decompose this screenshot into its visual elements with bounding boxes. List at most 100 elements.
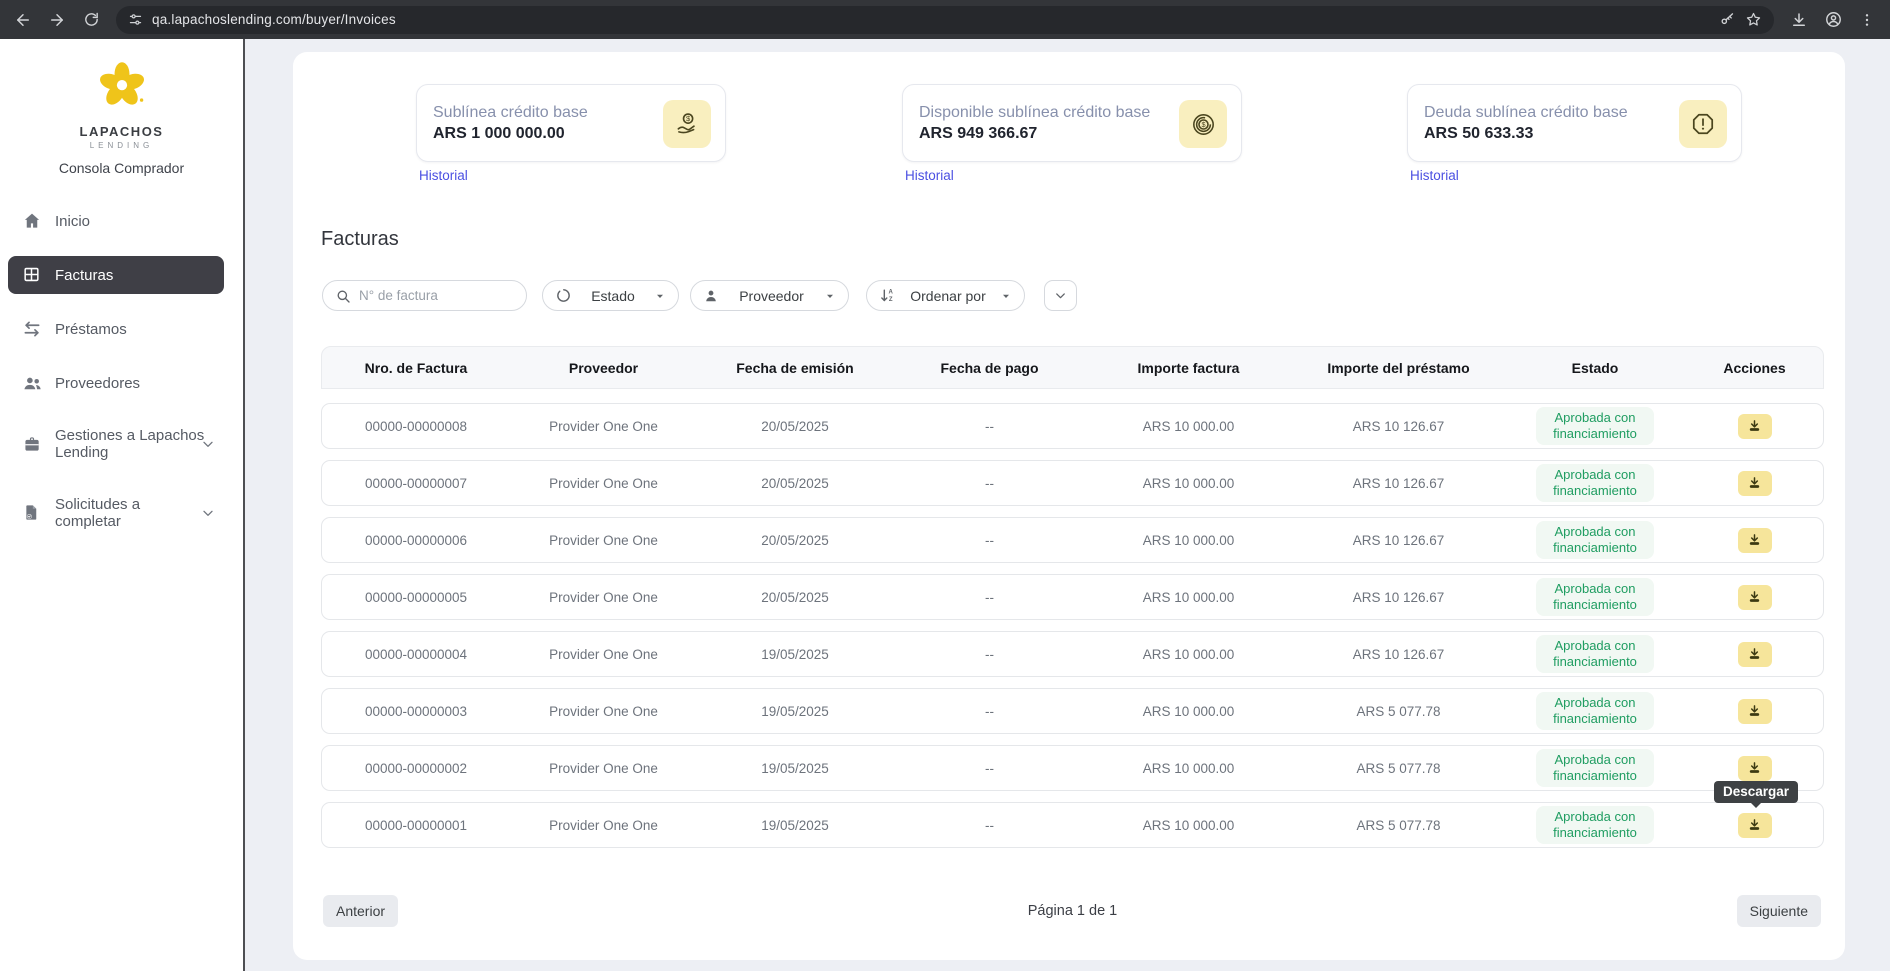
ordenar-filter-label: Ordenar por — [910, 288, 985, 304]
back-icon[interactable] — [8, 5, 38, 35]
status-badge: Aprobada con financiamiento — [1536, 407, 1654, 446]
cell-issue-date: 19/05/2025 — [697, 647, 893, 662]
cell-status: Aprobada con financiamiento — [1506, 407, 1684, 446]
cell-actions — [1684, 471, 1825, 496]
menu-kebab-icon[interactable] — [1852, 5, 1882, 35]
cell-invoice-amount: ARS 10 000.00 — [1086, 647, 1291, 662]
cell-invoice-number: 00000-00000002 — [322, 761, 510, 776]
profile-icon[interactable] — [1818, 5, 1848, 35]
download-button[interactable] — [1738, 813, 1772, 838]
password-key-icon[interactable] — [1719, 11, 1736, 28]
cell-actions — [1684, 528, 1825, 553]
cell-actions — [1684, 585, 1825, 610]
ordenar-filter-dropdown[interactable]: AZ Ordenar por — [866, 280, 1025, 311]
cell-loan-amount: ARS 5 077.78 — [1291, 761, 1506, 776]
download-button[interactable] — [1738, 528, 1772, 553]
sidebar-item-gestiones[interactable]: Gestiones a Lapachos Lending — [8, 418, 224, 471]
site-settings-icon[interactable] — [128, 12, 143, 27]
cell-loan-amount: ARS 10 126.67 — [1291, 419, 1506, 434]
chevron-down-icon — [1053, 288, 1068, 303]
cell-invoice-number: 00000-00000003 — [322, 704, 510, 719]
download-icon — [1747, 761, 1762, 776]
svg-text:$: $ — [1201, 120, 1205, 129]
reload-icon[interactable] — [76, 5, 106, 35]
download-button[interactable] — [1738, 585, 1772, 610]
home-icon — [22, 211, 42, 231]
browser-toolbar: qa.lapachoslending.com/buyer/Invoices — [0, 0, 1890, 39]
search-input[interactable] — [359, 288, 514, 303]
historial-link[interactable]: Historial — [905, 168, 954, 183]
sidebar-item-label: Facturas — [55, 267, 113, 284]
download-icon — [1747, 704, 1762, 719]
svg-text:Z: Z — [889, 297, 893, 303]
cell-loan-amount: ARS 10 126.67 — [1291, 590, 1506, 605]
cell-invoice-amount: ARS 10 000.00 — [1086, 476, 1291, 491]
caret-down-icon — [654, 290, 666, 302]
more-filters-button[interactable] — [1044, 280, 1077, 311]
status-badge: Aprobada con financiamiento — [1536, 464, 1654, 503]
estado-filter-label: Estado — [591, 288, 635, 304]
cell-payment-date: -- — [893, 590, 1086, 605]
table-row: 00000-00000007 Provider One One 20/05/20… — [321, 460, 1824, 506]
cell-provider: Provider One One — [510, 704, 697, 719]
brand-logo: LAPACHOS LENDING — [0, 39, 243, 150]
download-button[interactable] — [1738, 756, 1772, 781]
status-badge: Aprobada con financiamiento — [1536, 521, 1654, 560]
page-title: Facturas — [321, 228, 399, 251]
download-tooltip: Descargar — [1714, 781, 1798, 803]
caret-down-icon — [1000, 290, 1012, 302]
historial-link[interactable]: Historial — [1410, 168, 1459, 183]
invoice-search-field[interactable] — [322, 280, 527, 311]
cell-status: Aprobada con financiamiento — [1506, 635, 1684, 674]
card-sublinea-credito: Sublínea crédito base ARS 1 000 000.00 $ — [416, 84, 726, 162]
estado-filter-dropdown[interactable]: Estado — [542, 280, 679, 311]
downloads-icon[interactable] — [1784, 5, 1814, 35]
url-bar[interactable]: qa.lapachoslending.com/buyer/Invoices — [116, 6, 1774, 34]
person-icon — [703, 288, 719, 304]
cell-provider: Provider One One — [510, 818, 697, 833]
column-header: Importe del préstamo — [1291, 360, 1506, 376]
sidebar-item-facturas[interactable]: Facturas — [8, 256, 224, 294]
next-page-button[interactable]: Siguiente — [1737, 895, 1821, 927]
lapachos-flower-icon — [94, 59, 150, 115]
sidebar-item-solicitudes[interactable]: Solicitudes a completar — [8, 487, 224, 540]
proveedor-filter-dropdown[interactable]: Proveedor — [690, 280, 849, 311]
download-button[interactable] — [1738, 642, 1772, 667]
sidebar-item-proveedores[interactable]: Proveedores — [8, 364, 224, 402]
search-icon — [335, 288, 351, 304]
sidebar-item-label: Inicio — [55, 213, 90, 230]
column-header: Fecha de pago — [893, 360, 1086, 376]
status-badge: Aprobada con financiamiento — [1536, 692, 1654, 731]
cell-invoice-amount: ARS 10 000.00 — [1086, 419, 1291, 434]
users-icon — [22, 373, 42, 393]
cell-actions — [1684, 414, 1825, 439]
cell-invoice-number: 00000-00000007 — [322, 476, 510, 491]
column-header: Proveedor — [510, 360, 697, 376]
card-value: ARS 1 000 000.00 — [433, 125, 588, 143]
download-button[interactable] — [1738, 699, 1772, 724]
cell-actions — [1684, 699, 1825, 724]
historial-link[interactable]: Historial — [419, 168, 468, 183]
grid-icon — [22, 265, 42, 285]
bookmark-star-icon[interactable] — [1745, 11, 1762, 28]
cell-loan-amount: ARS 10 126.67 — [1291, 647, 1506, 662]
cell-invoice-number: 00000-00000001 — [322, 818, 510, 833]
status-badge: Aprobada con financiamiento — [1536, 578, 1654, 617]
briefcase-icon — [22, 434, 42, 454]
column-header: Estado — [1506, 360, 1684, 376]
cell-payment-date: -- — [893, 533, 1086, 548]
card-title: Disponible sublínea crédito base — [919, 104, 1150, 122]
sidebar-item-inicio[interactable]: Inicio — [8, 202, 224, 240]
download-button[interactable] — [1738, 414, 1772, 439]
status-badge: Aprobada con financiamiento — [1536, 749, 1654, 788]
forward-icon[interactable] — [42, 5, 72, 35]
card-title: Sublínea crédito base — [433, 104, 588, 122]
cell-invoice-amount: ARS 10 000.00 — [1086, 761, 1291, 776]
sidebar-item-prestamos[interactable]: Préstamos — [8, 310, 224, 348]
download-button[interactable] — [1738, 471, 1772, 496]
browser-window: qa.lapachoslending.com/buyer/Invoices — [0, 0, 1890, 971]
cell-issue-date: 19/05/2025 — [697, 761, 893, 776]
download-icon — [1747, 818, 1762, 833]
card-title: Deuda sublínea crédito base — [1424, 104, 1628, 122]
table-row: 00000-00000004 Provider One One 19/05/20… — [321, 631, 1824, 677]
